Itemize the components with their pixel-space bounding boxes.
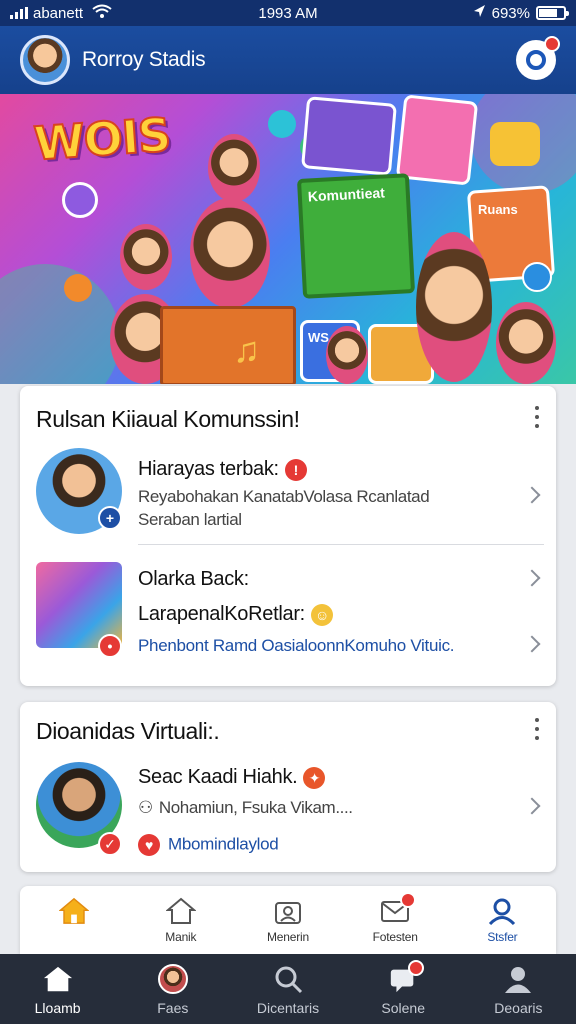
panel-title: Rulsan Kiiaual Komunssin!	[36, 406, 300, 432]
notification-badge	[544, 36, 560, 52]
section-nav-label: Menerin	[267, 930, 309, 944]
person-illustration	[190, 198, 270, 308]
person-illustration	[416, 232, 492, 382]
tab-label: Lloamb	[34, 1000, 81, 1016]
carrier-label: abanett	[33, 4, 84, 22]
app-title: Rorroy Stadis	[82, 48, 206, 71]
section-nav-home[interactable]	[20, 886, 127, 954]
tab-label: Deoaris	[494, 1000, 543, 1016]
chat-icon	[526, 50, 546, 70]
clock: 1993 AM	[258, 4, 318, 22]
chevron-right-icon	[523, 635, 541, 653]
section-nav-stsfer[interactable]: Stsfer	[449, 886, 556, 954]
chat-button[interactable]	[516, 36, 560, 80]
chevron-right-icon	[523, 797, 541, 815]
section-nav-manik[interactable]: Manik	[127, 886, 234, 954]
card-label: Ruans	[478, 202, 518, 217]
home-icon	[43, 964, 73, 994]
chat-bubble-icon	[62, 182, 98, 218]
media-card	[301, 96, 397, 176]
notification-dot	[408, 960, 425, 976]
item-link[interactable]: ♥ Mbomindlaylod	[138, 834, 279, 856]
item-title: Hiarayas terbak:!	[138, 458, 307, 481]
person-illustration	[120, 224, 172, 290]
message-icon	[490, 122, 540, 166]
group-icon: ⚇	[138, 798, 153, 817]
location-icon	[472, 4, 486, 22]
item-link[interactable]: Phenbont Ramd OasialoonnKomuho Vituic.	[138, 636, 455, 656]
virtual-panel: Dioanidas Virtuali:. ✓ Seac Kaadi Hiahk.…	[20, 702, 556, 872]
more-options-icon[interactable]	[534, 718, 540, 740]
item-subtitle: Reyabohakan KanatabVolasa Rcanlatad	[138, 487, 430, 506]
signal-icon	[10, 7, 28, 19]
chevron-right-icon	[523, 569, 541, 587]
section-nav-label: Stsfer	[487, 930, 518, 944]
item-subtitle: LarapenalKoRetlar: ☺	[138, 603, 333, 626]
item-title: Seac Kaadi Hiahk. ✦	[138, 766, 326, 789]
tab-label: Solene	[381, 1000, 425, 1016]
badge-icon: ✦	[303, 766, 326, 789]
chat-icon	[388, 960, 425, 994]
user-card-icon	[273, 896, 303, 926]
hero-banner[interactable]: WOIS Komuntieat Ruans WS	[0, 94, 576, 384]
more-options-icon[interactable]	[534, 406, 540, 428]
list-item[interactable]: + Hiarayas terbak:! Reyabohakan KanatabV…	[20, 444, 556, 544]
item-title: Olarka Back:	[138, 568, 249, 590]
banner-logo: WOIS	[31, 106, 173, 171]
section-nav: Manik Menerin Fotesten Stsfer	[20, 886, 556, 954]
add-badge-icon: +	[98, 506, 122, 530]
mail-icon	[380, 892, 417, 926]
home-icon	[58, 896, 89, 926]
chevron-right-icon	[523, 486, 541, 504]
media-card	[395, 94, 479, 186]
bottom-tab-bar: Lloamb Faes Dicentaris Solene Deoaris	[0, 954, 576, 1024]
person-icon	[503, 964, 533, 994]
board-label: Komuntieat	[307, 184, 386, 205]
tab-dicentaris[interactable]: Dicentaris	[230, 954, 345, 1024]
tab-solene[interactable]: Solene	[346, 954, 461, 1024]
section-nav-label: Fotesten	[372, 930, 418, 944]
community-panel: Rulsan Kiiaual Komunssin! + Hiarayas ter…	[20, 386, 556, 686]
list-item[interactable]: • Olarka Back: LarapenalKoRetlar: ☺ Phenb…	[20, 558, 556, 676]
section-nav-label: Manik	[165, 930, 197, 944]
profile-icon	[487, 896, 517, 926]
status-bar: abanett 1993 AM 693%	[0, 0, 576, 26]
heart-icon: ♥	[138, 834, 160, 856]
battery-icon	[535, 6, 569, 20]
add-icon	[522, 262, 552, 292]
home-outline-icon	[165, 896, 196, 926]
person-illustration	[326, 326, 368, 384]
search-icon	[273, 964, 303, 994]
banner-board: Komuntieat	[296, 173, 416, 299]
divider	[138, 544, 544, 545]
section-nav-fotesten[interactable]: Fotesten	[342, 886, 449, 954]
app-header: Rorroy Stadis	[0, 26, 576, 94]
list-item[interactable]: ✓ Seac Kaadi Hiahk. ✦ ⚇ Nohamiun, Fsuka Vi…	[20, 760, 556, 864]
item-subtitle: ⚇ Nohamiun, Fsuka Vikam....	[138, 798, 353, 817]
podium-illustration	[160, 306, 296, 384]
battery-percent: 693%	[491, 4, 530, 22]
tab-faes[interactable]: Faes	[115, 954, 230, 1024]
item-subtitle-2: Seraban lartial	[138, 510, 242, 529]
share-icon	[268, 110, 296, 138]
emoji-icon: ☺	[310, 603, 333, 626]
card-label: WS	[308, 330, 329, 345]
avatar-icon	[157, 964, 188, 994]
wifi-icon	[92, 4, 112, 22]
section-nav-menerin[interactable]: Menerin	[234, 886, 341, 954]
star-icon	[64, 274, 92, 302]
alert-badge-icon: ✓	[98, 832, 122, 856]
person-illustration	[208, 134, 260, 202]
notification-dot	[400, 892, 417, 908]
alert-badge-icon: •	[98, 634, 122, 658]
tab-label: Dicentaris	[256, 1000, 320, 1016]
tab-deoaris[interactable]: Deoaris	[461, 954, 576, 1024]
panel-title: Dioanidas Virtuali:.	[36, 718, 220, 744]
alert-icon: !	[284, 458, 307, 481]
decor-bubble	[0, 264, 120, 384]
tab-home[interactable]: Lloamb	[0, 954, 115, 1024]
user-avatar[interactable]	[20, 35, 70, 85]
person-illustration	[496, 302, 556, 384]
tab-label: Faes	[157, 1000, 189, 1016]
